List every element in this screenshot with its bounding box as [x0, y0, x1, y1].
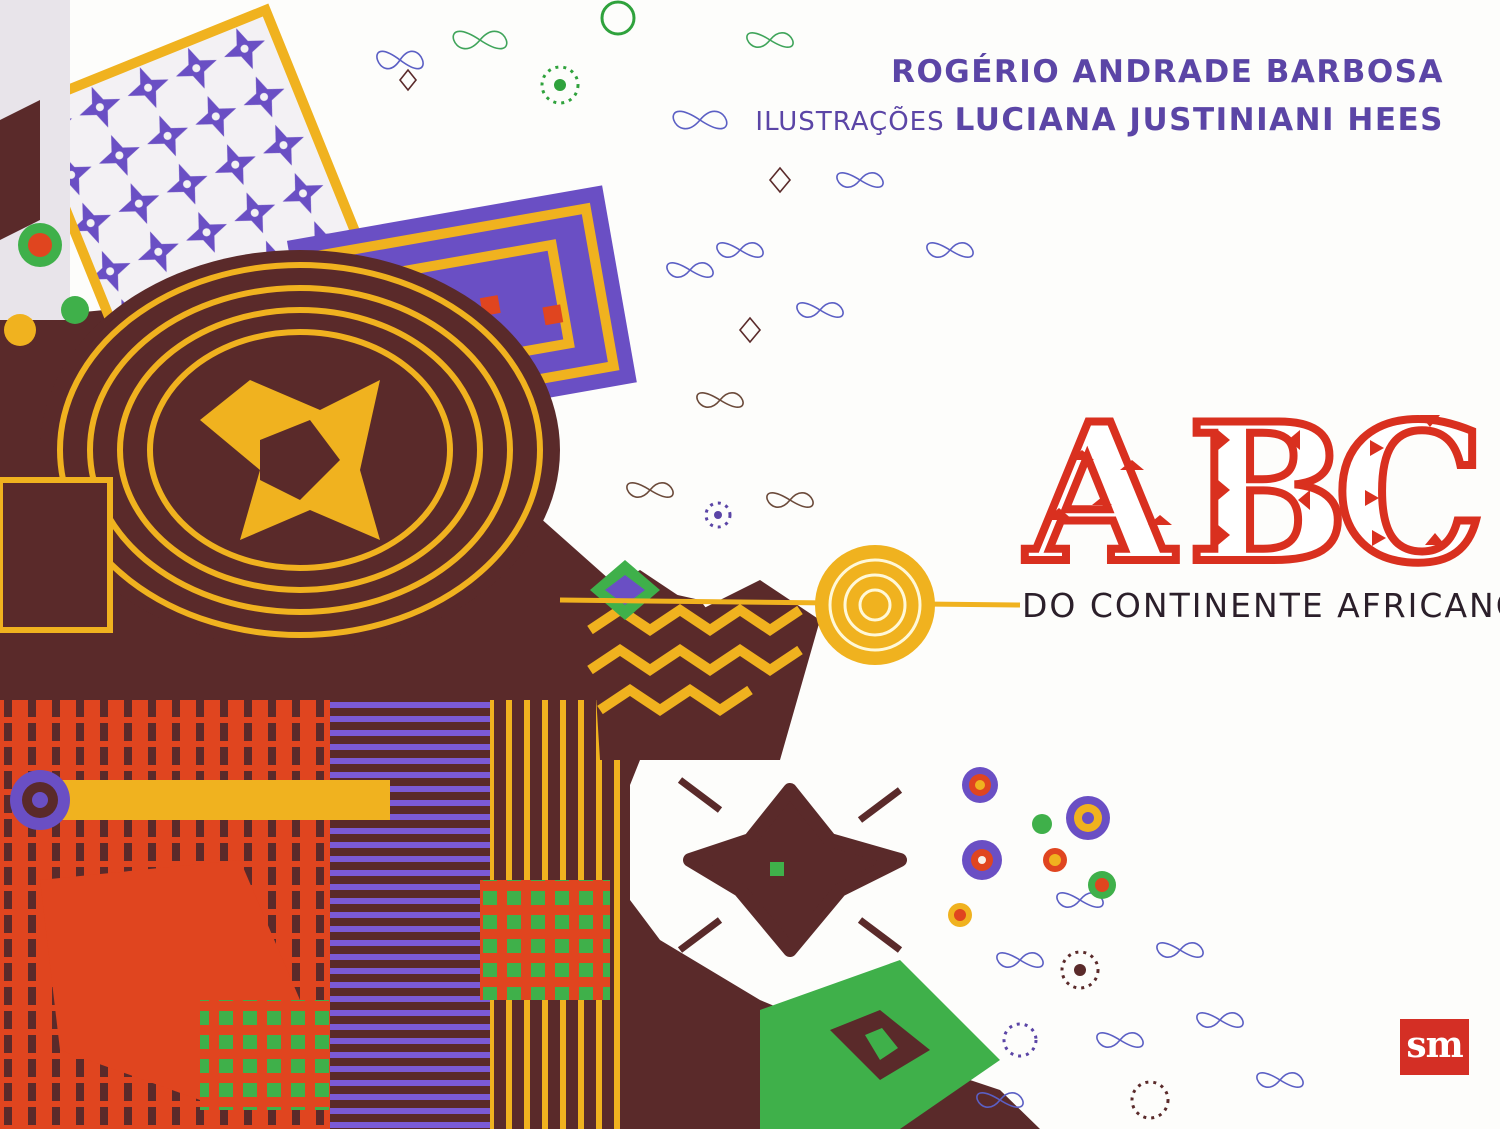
illustrator-name: LUCIANA JUSTINIANI HEES: [954, 102, 1444, 138]
cover-illustration: A B C: [0, 0, 1490, 1129]
book-subtitle: DO CONTINENTE AFRICANO: [1022, 586, 1500, 625]
title-letter-a: A: [1024, 382, 1176, 605]
title-letter-b: B: [1188, 382, 1349, 605]
illustrator-credit: ILUSTRAÇÕES LUCIANA JUSTINIANI HEES: [755, 102, 1444, 138]
illustrations-label: ILUSTRAÇÕES: [755, 107, 945, 137]
african-pattern-artwork: [0, 0, 1040, 1129]
title-letter-c: C: [1334, 382, 1485, 605]
publisher-logo: sm: [1400, 1019, 1469, 1075]
title-abc: A B C: [1020, 378, 1489, 609]
author-name: ROGÉRIO ANDRADE BARBOSA: [891, 54, 1444, 90]
